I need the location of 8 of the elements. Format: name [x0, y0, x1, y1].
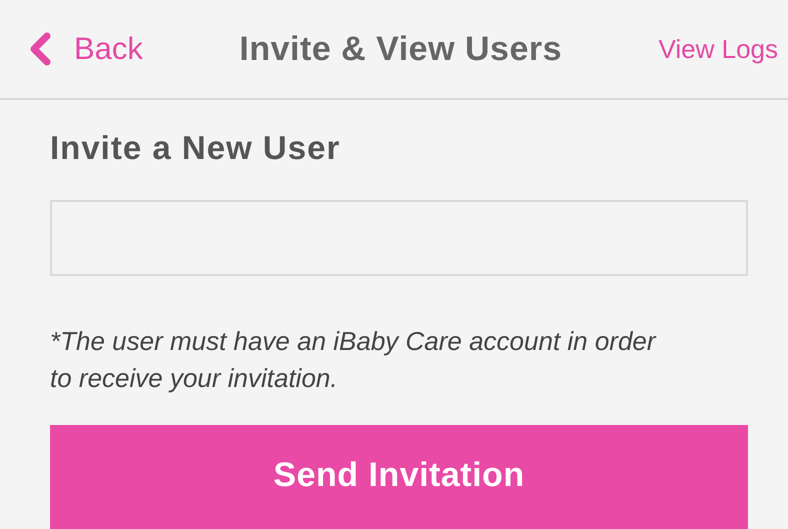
chevron-left-icon [28, 32, 52, 66]
email-input-field[interactable] [50, 200, 748, 276]
view-logs-link[interactable]: View Logs [658, 30, 778, 68]
screen-title: Invite & View Users [239, 28, 562, 70]
send-invitation-button[interactable]: Send Invitation [50, 425, 748, 529]
back-button[interactable]: Back [28, 26, 143, 72]
account-note: *The user must have an iBaby Care account in order to receive your invitation. [50, 325, 658, 395]
section-heading: Invite a New User [50, 128, 342, 168]
